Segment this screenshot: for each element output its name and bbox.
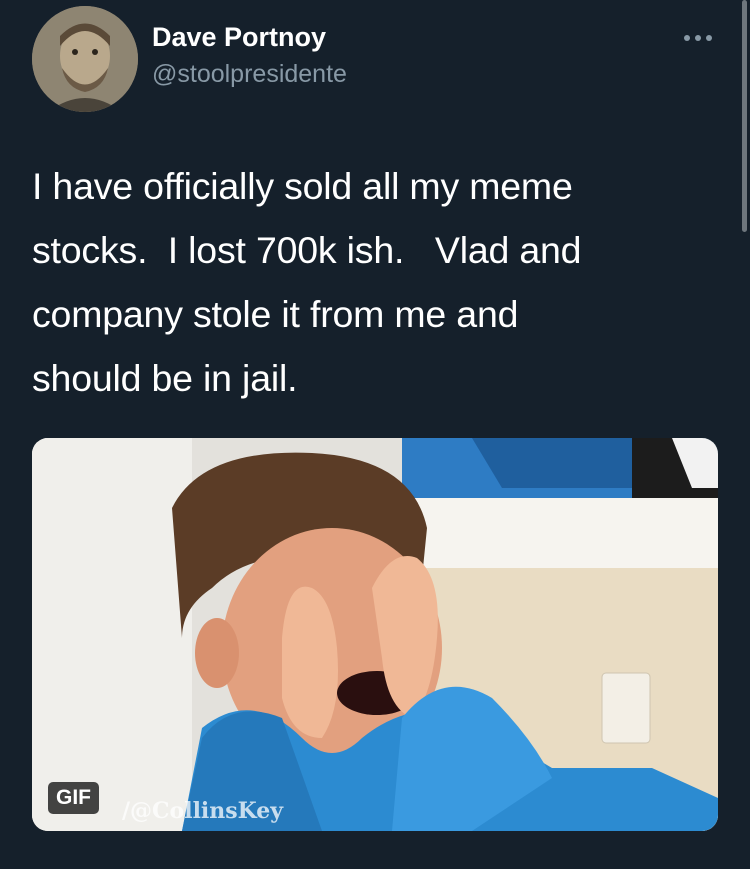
scrollbar[interactable] xyxy=(742,0,747,232)
gif-badge: GIF xyxy=(48,782,99,814)
tweet-card: Dave Portnoy @stoolpresidente I have off… xyxy=(0,0,750,869)
tweet-media-gif[interactable]: GIF /@CollinsKey xyxy=(32,438,718,831)
profile-photo-icon xyxy=(32,6,138,112)
author-display-name[interactable]: Dave Portnoy xyxy=(152,22,326,53)
media-watermark: /@CollinsKey xyxy=(122,798,284,824)
tweet-text: I have officially sold all my meme stock… xyxy=(32,165,582,399)
author-handle[interactable]: @stoolpresidente xyxy=(152,60,347,89)
gif-frame-image xyxy=(32,438,718,831)
more-dots-icon xyxy=(684,35,712,41)
more-options-button[interactable] xyxy=(678,18,718,58)
author-avatar[interactable] xyxy=(32,6,138,112)
